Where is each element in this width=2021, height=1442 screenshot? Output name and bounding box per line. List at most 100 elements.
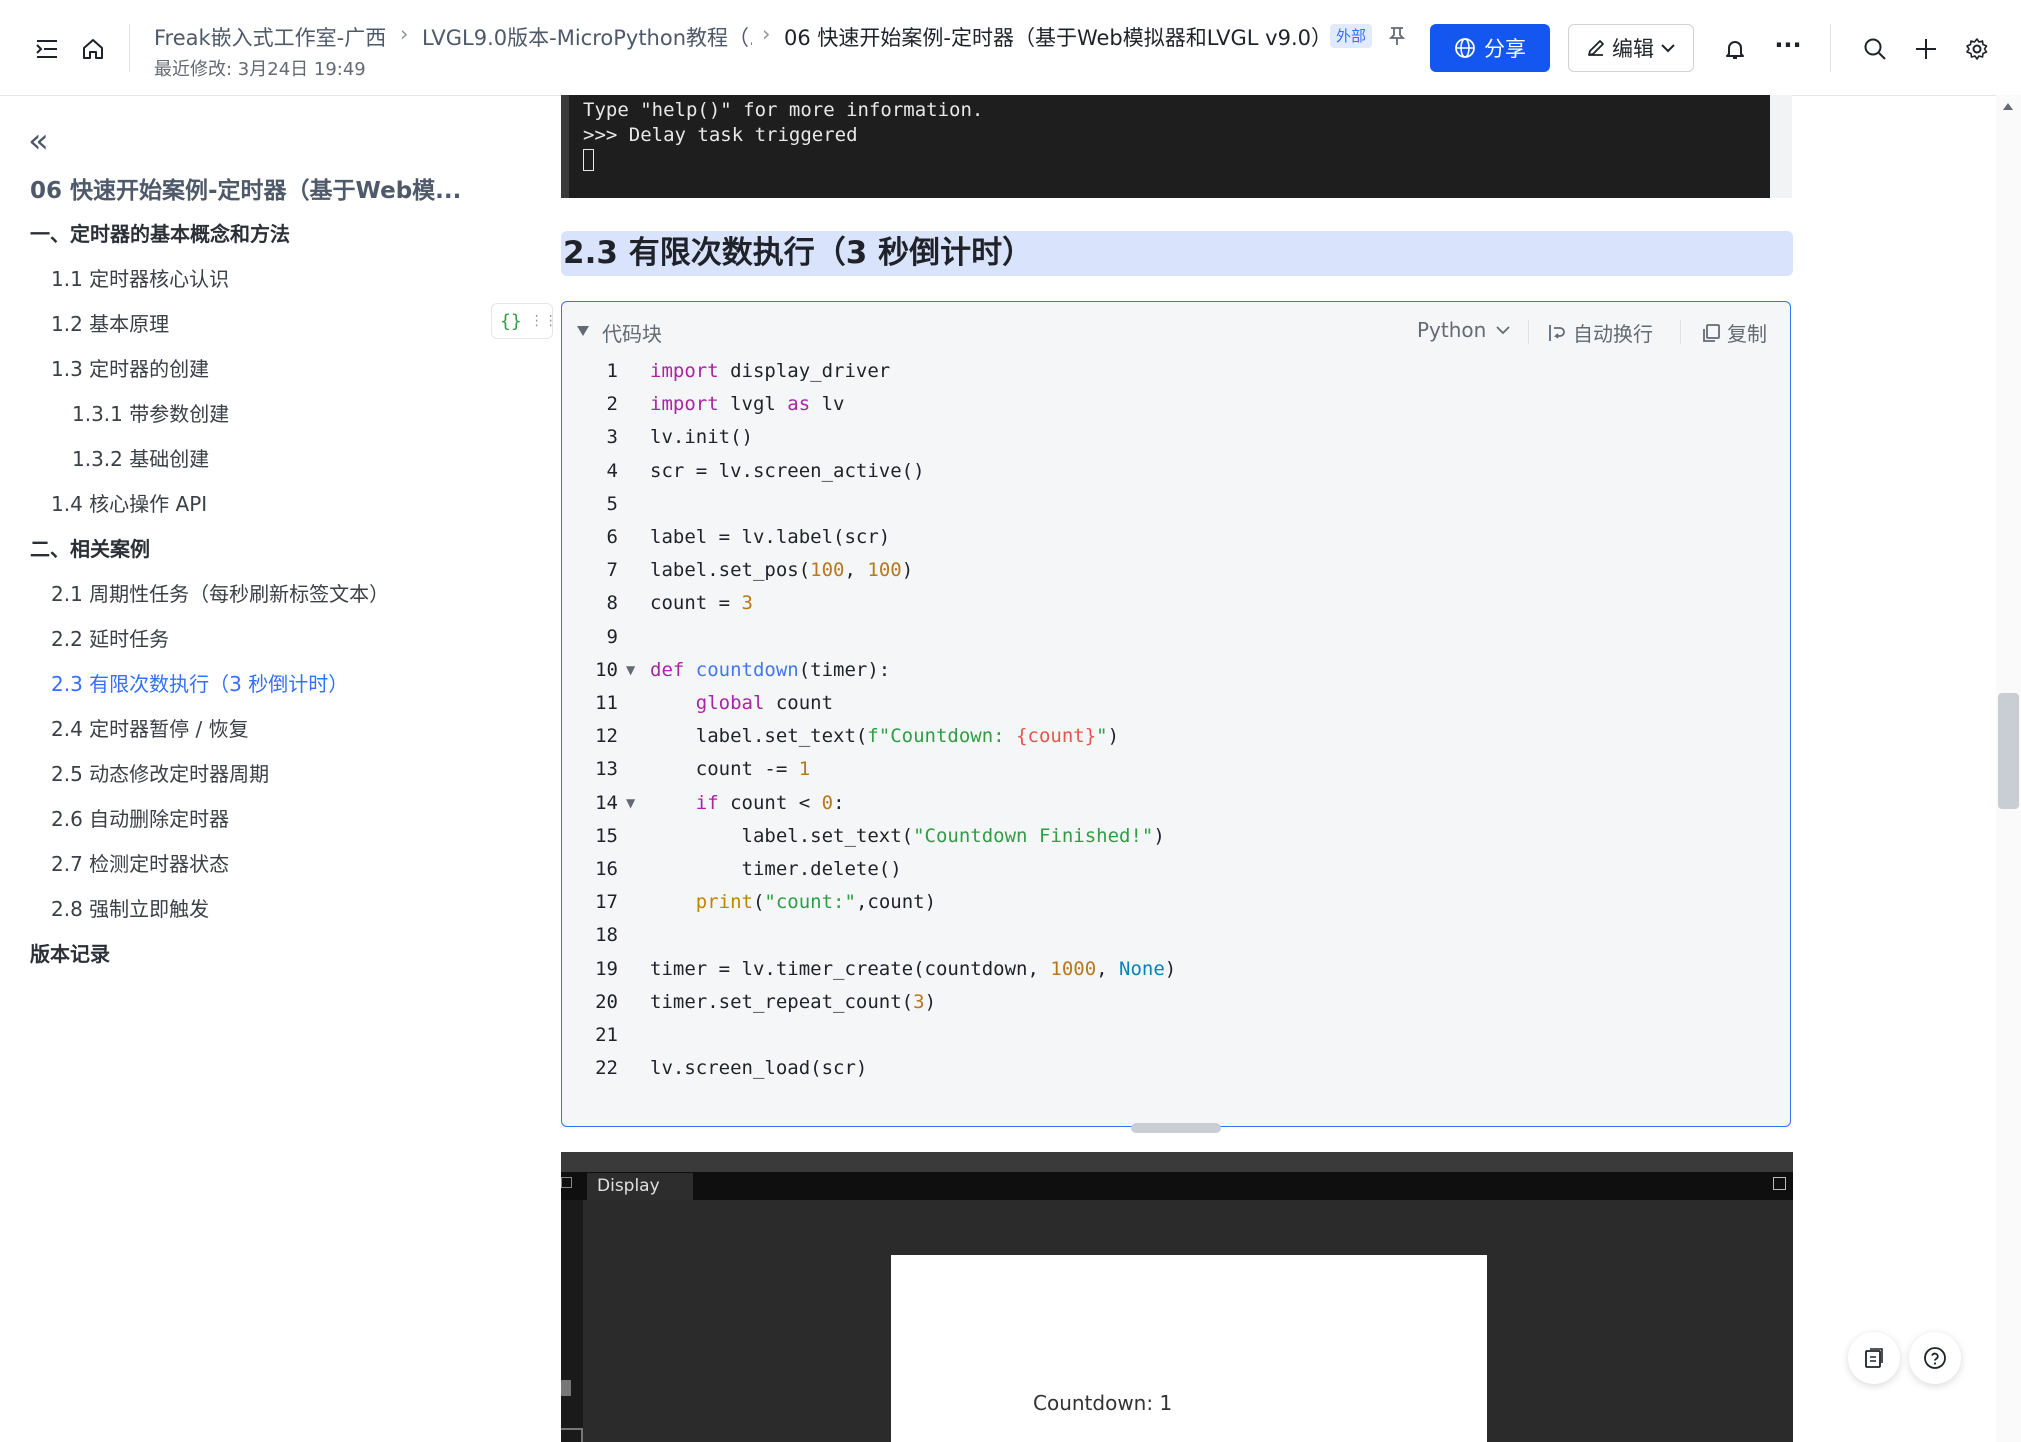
code-line[interactable]: timer.set_repeat_count(3)	[650, 991, 936, 1013]
code-line[interactable]: import display_driver	[650, 360, 890, 382]
line-number: 21	[595, 1024, 618, 1046]
copy-label: 复制	[1727, 322, 1767, 346]
last-modified-text: 最近修改: 3月24日 19:49	[154, 59, 366, 80]
fold-toggle-icon[interactable]: ▼	[626, 663, 635, 677]
bell-icon[interactable]	[1720, 34, 1750, 64]
edit-button-label: 编辑	[1612, 37, 1654, 61]
line-number: 2	[606, 393, 618, 416]
display-tab[interactable]: Display	[587, 1173, 693, 1200]
code-line[interactable]: lv.screen_load(scr)	[650, 1057, 867, 1079]
toc-item[interactable]: 1.4 核心操作 API	[51, 488, 207, 517]
line-number: 7	[606, 559, 618, 582]
line-number: 5	[606, 492, 618, 515]
toc-item[interactable]: 一、定时器的基本概念和方法	[30, 218, 290, 247]
wrap-text-icon	[1549, 324, 1565, 341]
side-panel-marker	[561, 1380, 571, 1396]
copy-icon	[1703, 323, 1720, 342]
code-line[interactable]: label = lv.label(scr)	[650, 526, 890, 548]
doc-outline-button[interactable]	[1848, 1332, 1900, 1384]
home-icon[interactable]	[78, 34, 108, 64]
toc-item[interactable]: 2.7 检测定时器状态	[51, 848, 229, 877]
code-block-title: 代码块	[602, 322, 662, 346]
code-line[interactable]: if count < 0:	[650, 792, 845, 814]
auto-wrap-label: 自动换行	[1573, 322, 1653, 346]
toc-item[interactable]: 二、相关案例	[30, 533, 150, 562]
breadcrumb-workspace[interactable]: Freak嵌入式工作室-广西	[154, 22, 386, 52]
help-button[interactable]	[1909, 1332, 1961, 1384]
language-select[interactable]: Python	[1417, 318, 1510, 342]
breadcrumb-parent[interactable]: LVGL9.0版本-MicroPython教程（...	[422, 22, 752, 52]
code-line[interactable]: def countdown(timer):	[650, 659, 890, 681]
code-line[interactable]: count = 3	[650, 592, 753, 614]
toc-item[interactable]: 1.1 定时器核心认识	[51, 263, 229, 292]
terminal-line: >>> Delay task triggered	[583, 124, 858, 146]
code-block-resize-handle[interactable]	[1131, 1123, 1221, 1133]
simulator-tab-bar	[561, 1172, 1793, 1200]
line-number: 12	[595, 725, 618, 748]
code-line[interactable]: print("count:",count)	[650, 891, 936, 913]
toc-item[interactable]: 2.3 有限次数执行（3 秒倒计时）	[51, 668, 348, 697]
toc-item[interactable]: 2.4 定时器暂停 / 恢复	[51, 713, 249, 742]
code-line[interactable]: label.set_pos(100, 100)	[650, 559, 913, 581]
line-number: 6	[606, 526, 618, 548]
header-divider	[129, 24, 130, 72]
line-number: 22	[595, 1057, 618, 1080]
search-icon[interactable]	[1860, 34, 1890, 64]
toc-item[interactable]: 2.8 强制立即触发	[51, 893, 209, 922]
plus-icon[interactable]	[1911, 34, 1941, 64]
line-number: 1	[606, 360, 618, 382]
code-line[interactable]: label.set_text(f"Countdown: {count}")	[650, 725, 1119, 747]
toc-item[interactable]: 2.2 延时任务	[51, 623, 169, 652]
code-line[interactable]: count -= 1	[650, 758, 810, 780]
code-block-tool-button[interactable]: {} ⋮⋮	[491, 303, 558, 339]
code-block[interactable]: 代码块 Python 自动换行 复制 1 import display_drive…	[561, 301, 1791, 1127]
line-number: 14	[595, 791, 618, 814]
page-scrollbar-thumb[interactable]	[1998, 693, 2019, 809]
collapse-caret-icon[interactable]	[576, 322, 590, 341]
toc-item[interactable]: 1.3.1 带参数创建	[72, 398, 229, 427]
terminal-output: Type "help()" for more information. >>> …	[561, 95, 1770, 198]
toc-item[interactable]: 1.2 基本原理	[51, 308, 169, 337]
toc-item[interactable]: 版本记录	[30, 938, 110, 967]
line-number: 18	[595, 924, 618, 947]
line-number: 4	[606, 459, 618, 482]
line-number: 20	[595, 990, 618, 1013]
code-line[interactable]: scr = lv.screen_active()	[650, 460, 925, 482]
pin-icon[interactable]	[1384, 22, 1410, 50]
auto-wrap-button[interactable]: 自动换行	[1547, 318, 1653, 347]
drag-handle-icon[interactable]: ⋮⋮	[530, 314, 558, 328]
toc-item[interactable]: 1.3.2 基础创建	[72, 443, 209, 472]
toggle-sidebar-icon[interactable]	[32, 34, 62, 64]
code-line[interactable]: timer.delete()	[650, 858, 902, 880]
line-number: 9	[606, 625, 618, 648]
scroll-up-arrow-icon[interactable]	[2003, 103, 2013, 110]
code-line[interactable]: global count	[650, 692, 833, 714]
code-line[interactable]: lv.init()	[650, 426, 753, 448]
maximize-icon[interactable]	[1773, 1177, 1786, 1190]
code-line[interactable]: timer = lv.timer_create(countdown, 1000,…	[650, 958, 1176, 980]
breadcrumb-separator-icon: ›	[762, 22, 771, 46]
collapse-sidebar-icon[interactable]: «	[28, 124, 49, 158]
settings-gear-icon[interactable]	[1962, 34, 1992, 64]
breadcrumb-current-doc[interactable]: 06 快速开始案例-定时器（基于Web模拟器和LVGL v9.0）	[784, 22, 1324, 52]
share-button[interactable]: 分享	[1430, 24, 1550, 72]
toolbar-divider	[1680, 320, 1681, 344]
line-number: 19	[595, 957, 618, 980]
code-block-header: 代码块 Python 自动换行 复制	[562, 302, 1790, 362]
toc-item[interactable]: 1.3 定时器的创建	[51, 353, 209, 382]
edit-button[interactable]: 编辑	[1568, 24, 1694, 72]
more-options-icon[interactable]: ···	[1770, 30, 1806, 60]
chevron-down-icon	[1661, 44, 1675, 53]
toc-doc-title[interactable]: 06 快速开始案例-定时器（基于Web模...	[30, 171, 461, 205]
lvgl-display-screen: Countdown: 1	[891, 1255, 1487, 1442]
toc-item[interactable]: 2.5 动态修改定时器周期	[51, 758, 269, 787]
toc-item[interactable]: 2.1 周期性任务（每秒刷新标签文本）	[51, 578, 389, 607]
fold-toggle-icon[interactable]: ▼	[626, 796, 635, 810]
section-heading: 2.3 有限次数执行（3 秒倒计时）	[561, 231, 1793, 276]
toc-item[interactable]: 2.6 自动删除定时器	[51, 803, 229, 832]
code-line[interactable]: label.set_text("Countdown Finished!")	[650, 825, 1165, 847]
copy-button[interactable]: 复制	[1701, 318, 1767, 347]
code-line[interactable]: import lvgl as lv	[650, 393, 845, 415]
help-question-icon	[1924, 1347, 1946, 1369]
pencil-icon	[1588, 40, 1604, 56]
